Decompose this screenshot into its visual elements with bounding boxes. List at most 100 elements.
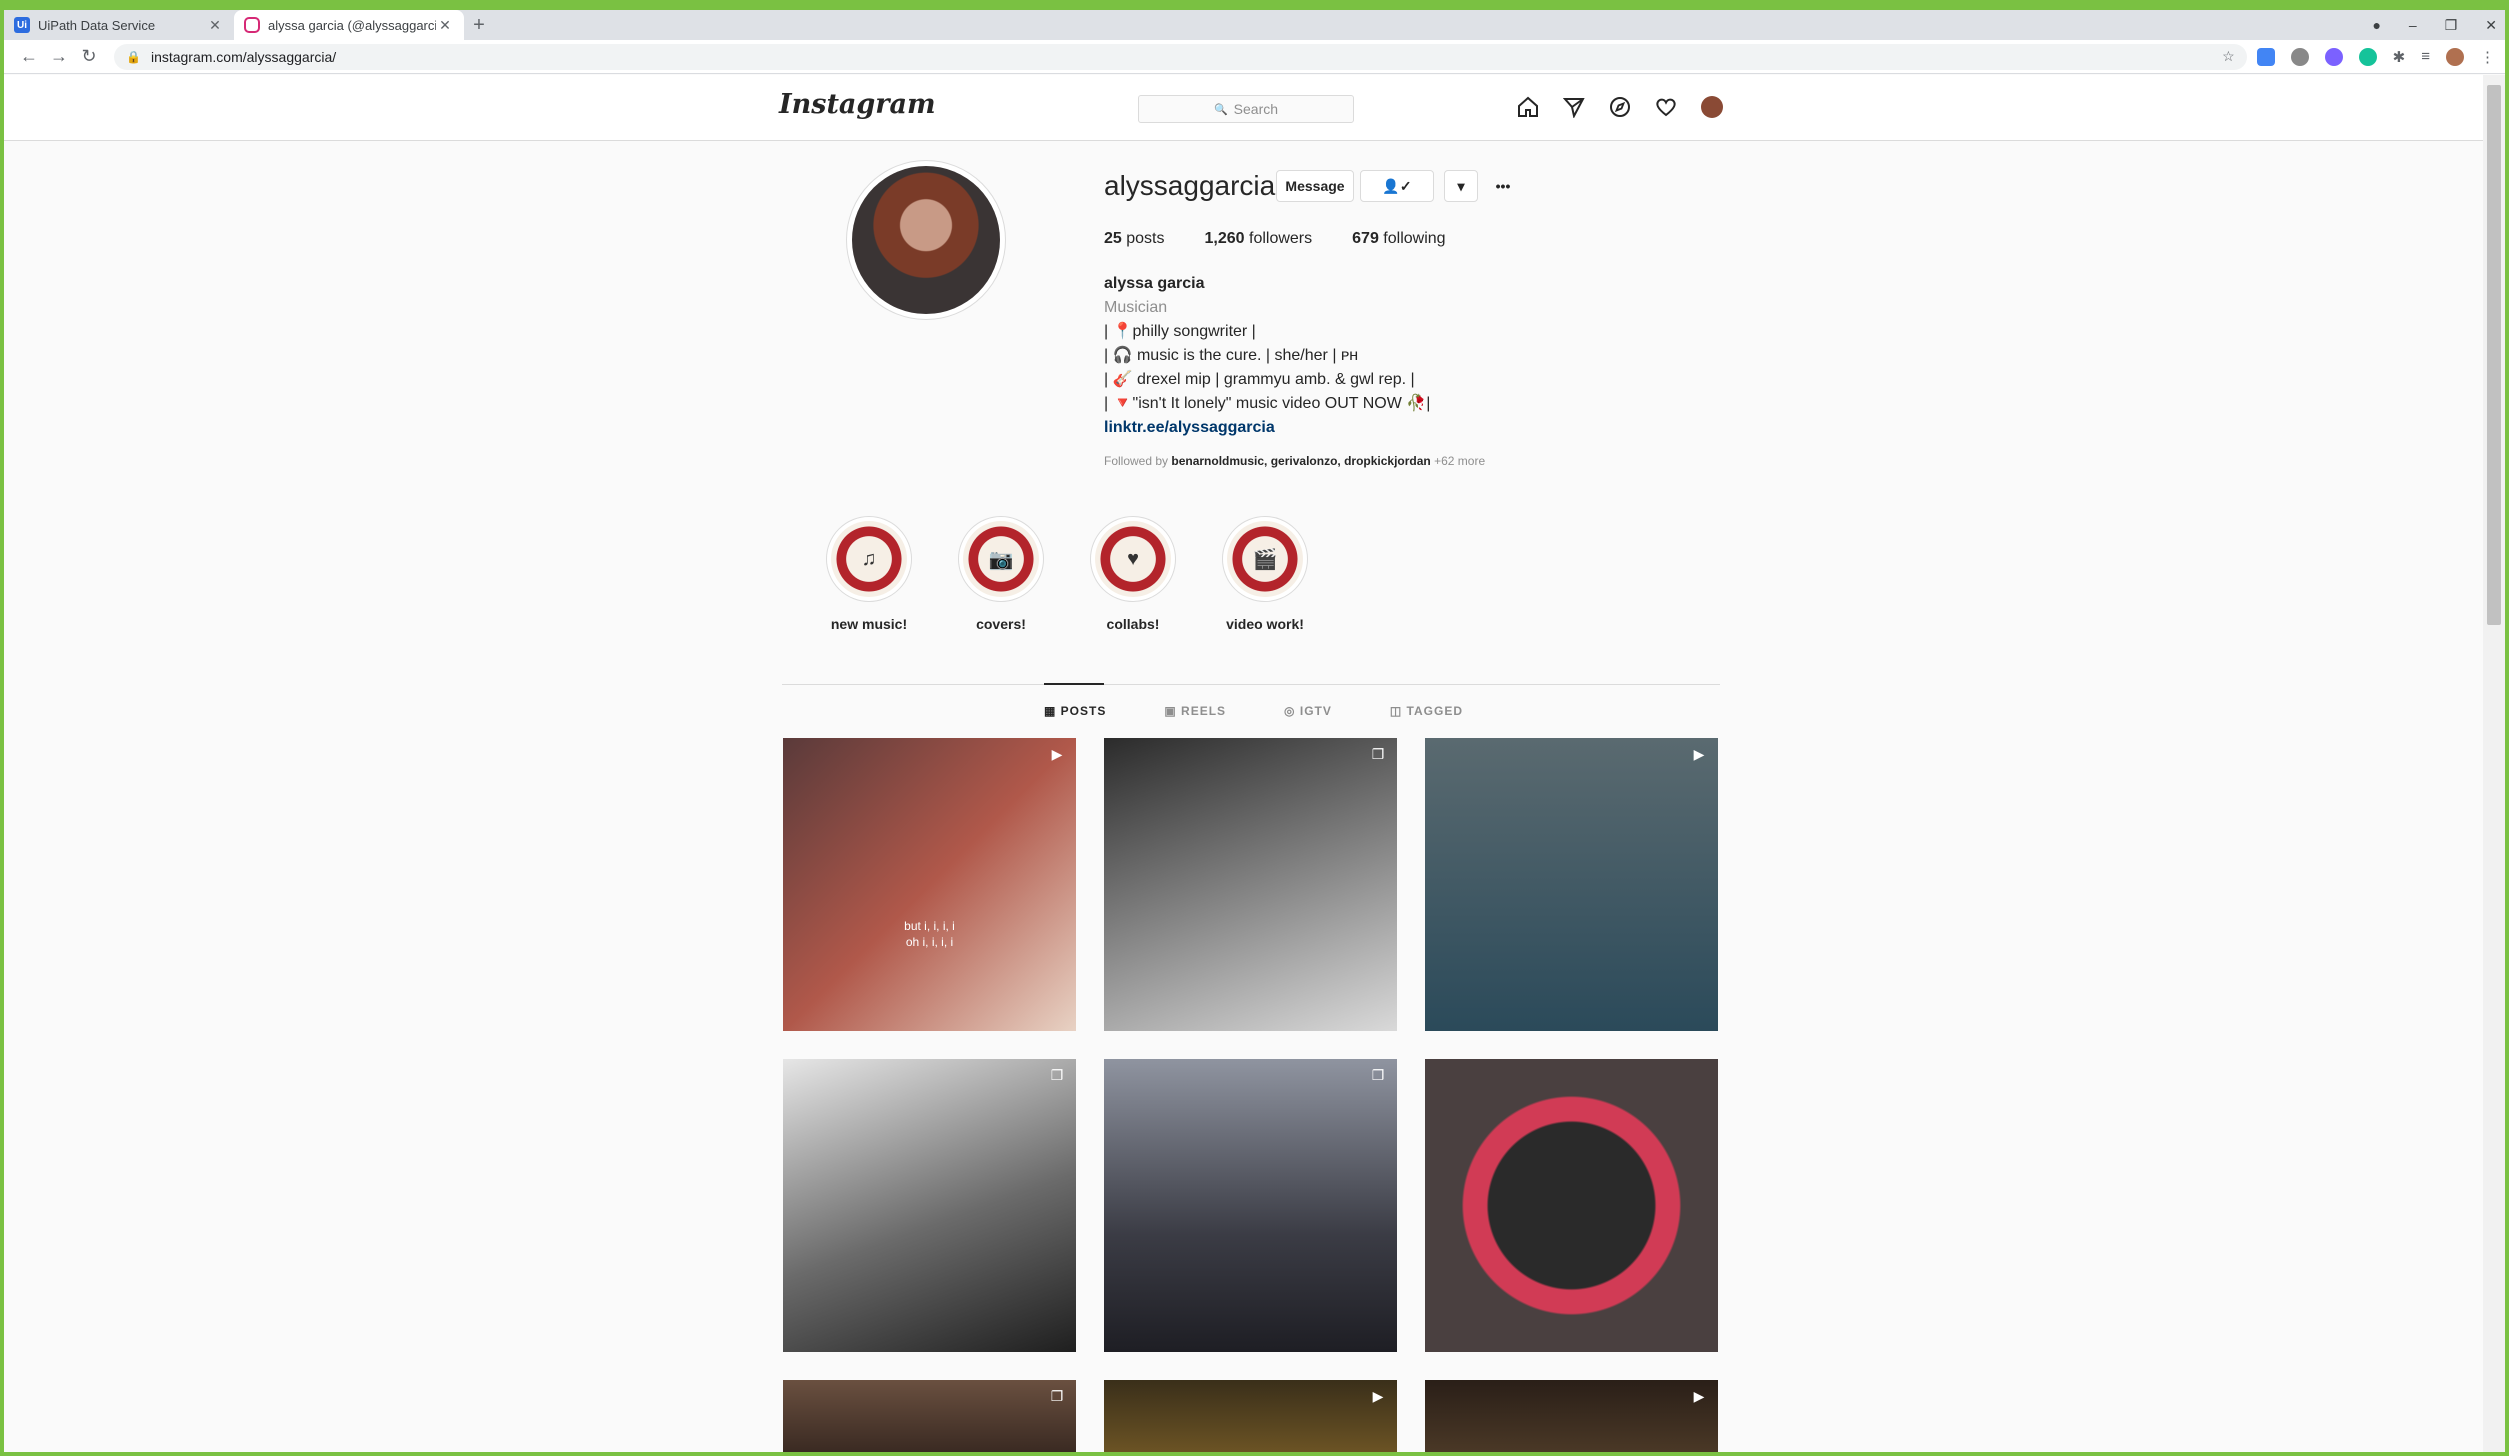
post-thumbnail[interactable] xyxy=(1425,1059,1718,1352)
post-thumbnail[interactable]: ❐ xyxy=(1104,1059,1397,1352)
post-thumbnail[interactable]: ▶ but i, i, i, i oh i, i, i, i xyxy=(783,738,1076,1031)
video-icon: ▶ xyxy=(1693,1388,1705,1404)
tab-reels[interactable]: ▣ REELS xyxy=(1164,704,1226,718)
followers-stat[interactable]: 1,260 followers xyxy=(1205,230,1313,248)
scrollbar-thumb[interactable] xyxy=(2487,85,2501,625)
url-text: instagram.com/alyssaggarcia/ xyxy=(150,48,337,65)
page-scrollbar[interactable] xyxy=(2483,75,2505,1452)
extension-icon[interactable] xyxy=(2290,47,2309,66)
highlight-video-work[interactable]: 🎬 video work! xyxy=(1215,516,1315,632)
highlight-collabs[interactable]: ♥ collabs! xyxy=(1083,516,1183,632)
tagged-icon: ◫ xyxy=(1389,704,1407,718)
video-icon: ▶ xyxy=(1693,746,1705,762)
grid-icon: ▦ xyxy=(1044,704,1061,718)
highlight-covers[interactable]: 📷 covers! xyxy=(951,516,1051,632)
followed-by[interactable]: Followed by benarnoldmusic, gerivalonzo,… xyxy=(1104,454,1485,468)
tab-posts[interactable]: ▦ POSTS xyxy=(1044,704,1106,718)
carousel-icon: ❐ xyxy=(1050,1388,1064,1404)
highlight-label: video work! xyxy=(1226,616,1304,632)
post-thumbnail[interactable]: ▶ xyxy=(1425,1380,1718,1452)
restore-button[interactable]: ❐ xyxy=(2445,17,2458,34)
bio-line: | 🎸 drexel mip | grammyu amb. & gwl rep.… xyxy=(1104,371,1415,388)
profile-menu-icon[interactable]: ● xyxy=(2372,17,2380,33)
tab-uipath[interactable]: Ui UiPath Data Service ✕ xyxy=(4,10,234,40)
reels-icon: ▣ xyxy=(1164,704,1182,718)
window-controls: ● – ❐ ✕ xyxy=(2372,10,2497,40)
highlight-label: new music! xyxy=(830,616,908,632)
extensions-bar: ✱ ≡ ⋮ xyxy=(2256,47,2495,66)
suggested-dropdown-button[interactable]: ▾ xyxy=(1444,170,1478,202)
highlight-label: covers! xyxy=(976,616,1026,632)
post-caption-overlay: but i, i, i, i oh i, i, i, i xyxy=(904,919,955,949)
puzzle-extensions-icon[interactable]: ✱ xyxy=(2393,48,2406,66)
instagram-header: Instagram 🔍 Search xyxy=(4,75,2484,141)
direct-messages-icon[interactable] xyxy=(1562,95,1586,119)
browser-menu-icon[interactable]: ⋮ xyxy=(2480,48,2495,66)
reading-list-icon[interactable]: ≡ xyxy=(2421,48,2430,65)
grammarly-icon[interactable] xyxy=(2358,47,2377,66)
profile-category: Musician xyxy=(1104,299,1168,316)
star-icon[interactable]: ☆ xyxy=(2222,48,2235,65)
post-thumbnail[interactable]: ❐ xyxy=(1104,738,1397,1031)
user-avatar-icon[interactable] xyxy=(1700,95,1724,119)
explore-icon[interactable] xyxy=(1608,95,1632,119)
profile-avatar[interactable] xyxy=(846,160,1006,320)
more-options-icon[interactable]: ••• xyxy=(1488,170,1518,202)
browser-profile-avatar[interactable] xyxy=(2446,47,2464,66)
lock-icon[interactable]: 🔒 xyxy=(126,50,141,64)
profile-tabs: ▦ POSTS ▣ REELS ◎ IGTV ◫ TAGGED xyxy=(1044,704,1463,718)
video-icon: ▶ xyxy=(1051,746,1063,762)
message-button[interactable]: Message xyxy=(1276,170,1354,202)
music-note-icon: ♫ xyxy=(831,521,907,597)
following-button[interactable]: 👤✓ xyxy=(1360,170,1434,202)
tab-igtv[interactable]: ◎ IGTV xyxy=(1284,704,1332,718)
following-stat[interactable]: 679 following xyxy=(1352,230,1445,248)
highlight-label: collabs! xyxy=(1106,616,1160,632)
browser-toolbar: ← → ↻ 🔒 instagram.com/alyssaggarcia/ ☆ ✱… xyxy=(4,40,2505,74)
igtv-icon: ◎ xyxy=(1284,704,1300,718)
tab-tagged[interactable]: ◫ TAGGED xyxy=(1390,704,1463,718)
back-icon[interactable]: ← xyxy=(14,46,44,67)
bio-line: | 📍philly songwriter | xyxy=(1104,323,1256,340)
tab-instagram[interactable]: alyssa garcia (@alyssaggarcia) • I ✕ xyxy=(234,10,464,40)
new-tab-button[interactable]: + xyxy=(464,10,494,40)
close-window-button[interactable]: ✕ xyxy=(2485,17,2497,34)
browser-window: Ui UiPath Data Service ✕ alyssa garcia (… xyxy=(0,0,2509,1456)
post-thumbnail[interactable]: ❐ xyxy=(783,1380,1076,1452)
post-thumbnail[interactable]: ❐ xyxy=(783,1059,1076,1352)
address-bar[interactable]: 🔒 instagram.com/alyssaggarcia/ ☆ xyxy=(114,43,2247,70)
highlight-new-music[interactable]: ♫ new music! xyxy=(819,516,919,632)
extension-icon[interactable] xyxy=(2324,47,2343,66)
minimize-button[interactable]: – xyxy=(2409,17,2417,33)
nav-icons xyxy=(1516,95,1724,119)
post-thumbnail[interactable]: ▶ xyxy=(1104,1380,1397,1452)
tab-title: alyssa garcia (@alyssaggarcia) • I xyxy=(268,17,436,33)
carousel-icon: ❐ xyxy=(1371,746,1385,762)
tab-strip: Ui UiPath Data Service ✕ alyssa garcia (… xyxy=(4,10,2505,40)
profile-bio: alyssa garcia Musician | 📍philly songwri… xyxy=(1104,272,1804,440)
search-input[interactable]: 🔍 Search xyxy=(1138,95,1354,123)
posts-stat: 25 posts xyxy=(1104,230,1165,247)
home-icon[interactable] xyxy=(1516,95,1540,119)
instagram-logo[interactable]: Instagram xyxy=(779,89,936,120)
post-thumbnail[interactable]: ▶ xyxy=(1425,738,1718,1031)
heart-icon: ♥ xyxy=(1095,521,1171,597)
following-user-icon: 👤✓ xyxy=(1382,177,1412,194)
clapperboard-icon: 🎬 xyxy=(1227,521,1303,597)
tabs-divider xyxy=(782,684,1720,685)
reload-icon[interactable]: ↻ xyxy=(74,46,104,67)
instagram-favicon-icon xyxy=(244,17,260,33)
zoom-extension-icon[interactable] xyxy=(2256,47,2275,66)
close-tab-icon[interactable]: ✕ xyxy=(436,17,454,34)
close-tab-icon[interactable]: ✕ xyxy=(206,17,224,34)
search-icon: 🔍 xyxy=(1213,103,1228,116)
profile-username: alyssaggarcia xyxy=(1104,170,1276,201)
bio-link[interactable]: linktr.ee/alyssaggarcia xyxy=(1104,416,1804,440)
profile-full-name: alyssa garcia xyxy=(1104,275,1205,292)
bio-line: | 🎧 music is the cure. | she/her | ᴘʜ xyxy=(1104,347,1359,364)
forward-icon[interactable]: → xyxy=(44,46,74,67)
carousel-icon: ❐ xyxy=(1050,1067,1064,1083)
bio-line: | 🔻"isn't It lonely" music video OUT NOW… xyxy=(1104,395,1431,412)
profile-stats: 25 posts 1,260 followers 679 following xyxy=(1104,230,1446,248)
activity-heart-icon[interactable] xyxy=(1654,95,1678,119)
